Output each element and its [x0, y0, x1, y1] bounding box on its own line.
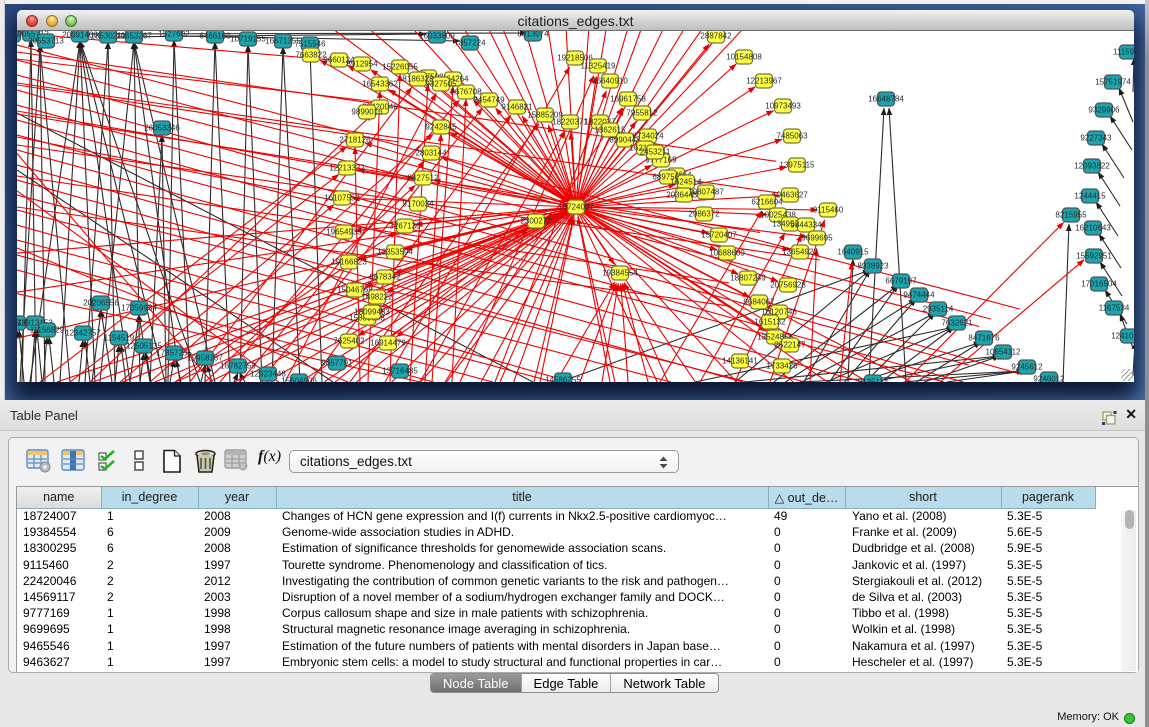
svg-text:8427512: 8427512	[407, 174, 439, 183]
svg-text:9115460: 9115460	[813, 206, 844, 215]
svg-text:9899016: 9899016	[351, 108, 383, 117]
svg-text:10654112: 10654112	[986, 348, 1022, 357]
svg-text:7857224: 7857224	[454, 39, 486, 48]
svg-text:8938923: 8938923	[857, 262, 889, 271]
svg-text:12213967: 12213967	[746, 77, 782, 86]
svg-text:18220371: 18220371	[552, 118, 588, 127]
svg-text:16914479: 16914479	[370, 339, 406, 348]
svg-text:1615132: 1615132	[754, 318, 786, 327]
svg-text:16648784: 16648784	[868, 95, 904, 104]
svg-text:6216604: 6216604	[751, 198, 783, 207]
svg-text:15751974: 15751974	[1095, 78, 1131, 87]
svg-text:10154808: 10154808	[726, 53, 762, 62]
svg-text:8471676: 8471676	[968, 334, 1000, 343]
svg-text:9227343: 9227343	[1080, 134, 1112, 143]
svg-text:2522147: 2522147	[774, 341, 806, 350]
svg-text:14136141: 14136141	[722, 357, 758, 366]
svg-text:18099483: 18099483	[354, 308, 390, 317]
svg-text:17359934: 17359934	[121, 304, 157, 313]
svg-text:9474444: 9474444	[903, 291, 935, 300]
svg-text:16543362: 16543362	[362, 80, 398, 89]
svg-text:7485063: 7485063	[776, 132, 808, 141]
svg-text:8678342: 8678342	[369, 273, 401, 282]
svg-text:1640915: 1640915	[837, 248, 869, 257]
svg-text:2300272: 2300272	[520, 217, 552, 226]
svg-text:7632621: 7632621	[941, 319, 973, 328]
svg-text:10719155: 10719155	[230, 35, 266, 44]
svg-text:13654923: 13654923	[782, 248, 818, 257]
svg-text:20206556: 20206556	[83, 299, 119, 308]
svg-text:1167534: 1167534	[1099, 304, 1130, 313]
svg-text:17016504: 17016504	[1081, 280, 1117, 289]
svg-text:9844334: 9844334	[790, 221, 822, 230]
svg-text:13975115: 13975115	[780, 161, 816, 170]
svg-text:13716485: 13716485	[382, 367, 418, 376]
svg-text:1244415: 1244415	[1074, 192, 1106, 201]
svg-text:8454749: 8454749	[473, 96, 505, 105]
svg-text:16107552: 16107552	[324, 194, 360, 203]
svg-text:6679197: 6679197	[885, 277, 917, 286]
svg-text:2453211: 2453211	[640, 148, 671, 157]
svg-text:9684067: 9684067	[743, 298, 775, 307]
svg-text:6734024: 6734024	[632, 132, 664, 141]
svg-text:9170034: 9170034	[402, 200, 434, 209]
svg-text:15604906: 15604906	[281, 377, 317, 383]
svg-text:2887842: 2887842	[700, 32, 732, 41]
svg-text:1733426: 1733426	[766, 362, 798, 371]
svg-text:9657791: 9657791	[321, 359, 353, 368]
svg-text:12213332: 12213332	[329, 164, 365, 173]
svg-text:26053346: 26053346	[144, 124, 180, 133]
svg-text:16210643: 16210643	[1075, 224, 1111, 233]
svg-text:1624514: 1624514	[670, 178, 702, 187]
svg-text:10807487: 10807487	[688, 188, 724, 197]
svg-text:12410346: 12410346	[1111, 332, 1134, 341]
svg-text:12093822: 12093822	[1074, 162, 1110, 171]
svg-text:9135114: 9135114	[858, 378, 889, 383]
svg-text:9329906: 9329906	[1088, 106, 1120, 115]
svg-text:15226055: 15226055	[382, 63, 418, 72]
svg-text:19958187: 19958187	[187, 354, 223, 363]
svg-text:8215955: 8215955	[1055, 211, 1087, 220]
svg-text:12353594: 12353594	[377, 248, 413, 257]
svg-text:20756928: 20756928	[770, 281, 806, 290]
svg-text:7955812: 7955812	[626, 109, 658, 118]
svg-text:8813074: 8813074	[517, 31, 549, 39]
svg-text:10688609: 10688609	[709, 249, 745, 258]
svg-text:6466160: 6466160	[199, 32, 231, 41]
svg-text:16033809: 16033809	[419, 32, 455, 41]
svg-text:2718126: 2718126	[339, 136, 371, 145]
svg-text:18724007: 18724007	[558, 203, 594, 212]
svg-text:16961758: 16961758	[610, 95, 646, 104]
svg-text:1527602: 1527602	[158, 31, 190, 39]
svg-text:19384554: 19384554	[602, 269, 638, 278]
svg-text:14586255: 14586255	[545, 376, 581, 383]
svg-text:2935114: 2935114	[923, 305, 954, 314]
svg-text:11156829: 11156829	[30, 326, 65, 335]
svg-text:1115904: 1115904	[1113, 48, 1134, 57]
svg-text:8912954: 8912954	[346, 60, 378, 69]
svg-text:1498222: 1498222	[361, 293, 393, 302]
svg-text:11325419: 11325419	[581, 62, 617, 71]
svg-text:20553713: 20553713	[28, 37, 64, 46]
svg-text:15720407: 15720407	[701, 231, 737, 240]
svg-text:2986372: 2986372	[688, 210, 720, 219]
svg-text:19166823: 19166823	[331, 258, 367, 267]
svg-text:18807249: 18807249	[730, 274, 766, 283]
svg-text:7663822: 7663822	[295, 51, 327, 60]
svg-text:9242845: 9242845	[425, 123, 457, 132]
svg-text:12342757: 12342757	[65, 329, 101, 338]
svg-text:7625402: 7625402	[333, 337, 365, 346]
svg-text:19654935: 19654935	[326, 228, 362, 237]
svg-text:9245612: 9245612	[1011, 363, 1043, 372]
svg-text:9699695: 9699695	[801, 234, 833, 243]
svg-text:10653267: 10653267	[116, 32, 152, 41]
svg-text:2803144: 2803144	[415, 149, 447, 158]
svg-text:9246012: 9246012	[1033, 375, 1065, 383]
svg-text:10973493: 10973493	[765, 102, 801, 111]
svg-text:15592951: 15592951	[1076, 252, 1112, 261]
svg-text:7515546: 7515546	[294, 40, 326, 49]
svg-text:16640910: 16640910	[592, 77, 628, 86]
svg-text:3267130: 3267130	[389, 222, 421, 231]
